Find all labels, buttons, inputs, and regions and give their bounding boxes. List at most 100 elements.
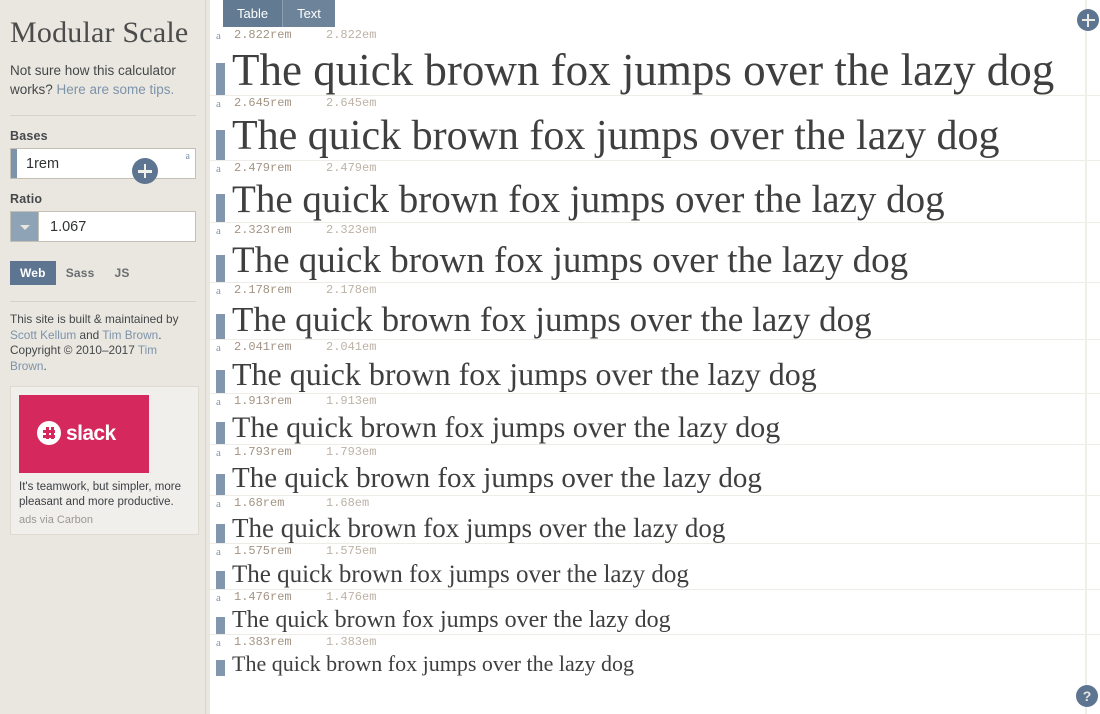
size-indicator-bar [216,130,225,161]
scale-value-em: 2.323em [326,223,377,238]
size-indicator-bar [216,63,225,96]
ratio-field-row [10,211,196,242]
scale-row: a 2.323rem 2.323em The quick brown fox jump… [210,222,1100,282]
scale-row-values: a 1.68rem 1.68em [210,496,1100,513]
scale-row: a 2.645rem 2.645em The quick brown fox jump… [210,95,1100,161]
ad-attribution[interactable]: ads via Carbon [19,514,190,526]
ad-tagline: It's teamwork, but simpler, more pleasan… [19,481,181,508]
plus-circle-icon[interactable] [1077,9,1099,31]
scale-row: a 2.178rem 2.178em The quick brown fox jump… [210,281,1100,339]
scale-row-values: a 1.476rem 1.476em [210,590,1100,607]
bases-input-wrap: a [10,148,196,179]
size-indicator-bar [216,194,225,223]
scale-value-em: 1.476em [326,589,377,604]
intro-text: Not sure how this calculator works? Here… [10,61,196,99]
credits-part2: and [76,327,103,342]
scale-value-em: 1.383em [326,634,377,649]
scale-row-values: a 2.323rem 2.323em [210,223,1100,240]
scale-value-rem: 2.479rem [234,161,292,176]
carbon-ad[interactable]: slack It's teamwork, but simpler, more p… [10,386,199,535]
credits-link-scott-kellum[interactable]: Scott Kellum [10,328,76,342]
scale-value-rem: 2.645rem [234,96,292,111]
sample-text: The quick brown fox jumps over the lazy … [232,113,1000,160]
credits-link-tim-brown[interactable]: Tim Brown [102,328,158,342]
scale-row-sample: The quick brown fox jumps over the lazy … [210,462,1100,495]
scale-row: a 1.383rem 1.383em The quick brown fox jump… [210,633,1100,677]
sample-text: The quick brown fox jumps over the lazy … [232,240,909,282]
tab-text[interactable]: Text [283,0,335,27]
size-indicator-bar [216,616,225,634]
scale-row-sample: The quick brown fox jumps over the lazy … [210,300,1100,339]
scale-value-em: 1.575em [326,543,377,558]
main-content: Table Text a 2.822rem 2.822em The quick bro… [206,0,1100,714]
size-indicator-bar [216,254,225,282]
scale-row: a 1.913rem 1.913em The quick brown fox jump… [210,392,1100,445]
format-tab-js[interactable]: JS [105,261,140,285]
tab-table[interactable]: Table [223,0,284,27]
unit-marker-icon: a [216,497,221,510]
scale-row-values: a 2.041rem 2.041em [210,340,1100,357]
credits-part1: This site is built & maintained by [10,312,179,326]
scale-value-rem: 1.68rem [234,495,285,510]
scale-row: a 2.822rem 2.822em The quick brown fox jump… [210,27,1100,96]
scale-row-sample: The quick brown fox jumps over the lazy … [210,652,1100,677]
scale-row-sample: The quick brown fox jumps over the lazy … [210,607,1100,634]
sample-text: The quick brown fox jumps over the lazy … [232,651,635,676]
scale-value-em: 1.68em [326,495,370,510]
scale-row-sample: The quick brown fox jumps over the lazy … [210,178,1100,223]
scale-row-values: a 2.822rem 2.822em [210,28,1100,45]
right-guide-line [1085,0,1087,714]
credits-part4: . [43,358,47,373]
chevron-down-icon[interactable] [11,212,39,241]
unit-marker-icon: a [216,284,221,297]
sample-text: The quick brown fox jumps over the lazy … [232,178,945,222]
scale-value-em: 2.178em [326,282,377,297]
scale-row-values: a 2.479rem 2.479em [210,161,1100,178]
size-indicator-bar [216,473,225,495]
scale-value-rem: 2.822rem [234,28,292,42]
unit-marker-icon: a [216,30,221,42]
scale-value-em: 2.645em [326,96,377,111]
unit-marker-icon: a [216,591,221,604]
scale-value-rem: 1.913rem [234,393,292,408]
bases-label: Bases [10,129,48,143]
scale-value-em: 1.793em [326,445,377,460]
sidebar: Modular Scale Not sure how this calculat… [0,0,206,714]
size-indicator-bar [216,570,225,589]
unit-marker-icon: a [216,98,221,111]
bases-input[interactable] [17,149,195,178]
ratio-input[interactable] [39,212,195,241]
unit-marker-icon: a [216,395,221,408]
sample-text: The quick brown fox jumps over the lazy … [232,410,781,444]
sample-text: The quick brown fox jumps over the lazy … [232,45,1055,95]
sample-text: The quick brown fox jumps over the lazy … [232,462,762,495]
slack-logo: slack [37,421,116,445]
scale-value-rem: 2.041rem [234,339,292,354]
scale-row-sample: The quick brown fox jumps over the lazy … [210,411,1100,445]
scale-row: a 2.479rem 2.479em The quick brown fox jump… [210,160,1100,223]
add-base-button[interactable] [132,158,158,184]
scale-row-sample: The quick brown fox jumps over the lazy … [210,357,1100,393]
sample-text: The quick brown fox jumps over the lazy … [232,299,872,339]
scale-value-rem: 2.178rem [234,282,292,297]
format-tab-web[interactable]: Web [10,261,56,285]
scale-row-sample: The quick brown fox jumps over the lazy … [210,45,1100,96]
question-circle-icon[interactable]: ? [1076,685,1098,707]
scale-row: a 1.793rem 1.793em The quick brown fox jump… [210,444,1100,495]
scale-row-sample: The quick brown fox jumps over the lazy … [210,113,1100,161]
size-indicator-bar [216,523,225,543]
tips-link[interactable]: Here are some tips. [57,82,175,97]
unit-marker-icon: a [216,636,221,649]
format-tab-sass[interactable]: Sass [56,261,105,285]
scale-row: a 2.041rem 2.041em The quick brown fox jump… [210,338,1100,393]
scale-row: a 1.476rem 1.476em The quick brown fox jump… [210,588,1100,634]
scale-value-em: 2.479em [326,161,377,176]
scale-row: a 1.575rem 1.575em The quick brown fox jump… [210,542,1100,589]
unit-marker-icon: a [216,225,221,238]
ad-image[interactable]: slack [19,395,149,473]
credits-text: This site is built & maintained by Scott… [10,312,196,374]
slack-hash-icon [37,421,61,445]
scale-row-values: a 1.913rem 1.913em [210,394,1100,411]
size-indicator-bar [216,660,225,677]
bases-field-row: a [10,148,196,184]
